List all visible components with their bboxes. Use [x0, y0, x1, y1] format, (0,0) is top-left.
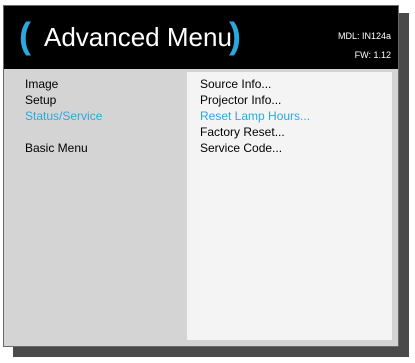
- menu-item-status-service[interactable]: Status/Service: [25, 108, 102, 124]
- submenu-item-service-code[interactable]: Service Code...: [200, 140, 310, 156]
- title-paren-right: ): [229, 15, 241, 56]
- submenu-item-factory-reset[interactable]: Factory Reset...: [200, 124, 310, 140]
- main-menu-list: Image Setup Status/Service Basic Menu: [25, 76, 102, 156]
- menu-item-setup[interactable]: Setup: [25, 92, 102, 108]
- title-paren-left: (: [19, 15, 31, 56]
- submenu-list: Source Info... Projector Info... Reset L…: [200, 76, 310, 156]
- menu-title: Advanced Menu: [44, 22, 232, 52]
- firmware-label: FW: 1.12: [354, 50, 391, 60]
- menu-item-image[interactable]: Image: [25, 76, 102, 92]
- submenu-panel: Source Info... Projector Info... Reset L…: [187, 72, 392, 340]
- menu-header: ( Advanced Menu ) MDL: IN124a FW: 1.12: [4, 6, 398, 69]
- submenu-item-source-info[interactable]: Source Info...: [200, 76, 310, 92]
- submenu-item-reset-lamp-hours[interactable]: Reset Lamp Hours...: [200, 108, 310, 124]
- model-label: MDL: IN124a: [337, 31, 391, 41]
- menu-item-basic-menu[interactable]: Basic Menu: [25, 140, 102, 156]
- advanced-menu-window: ( Advanced Menu ) MDL: IN124a FW: 1.12 I…: [3, 5, 399, 347]
- submenu-item-projector-info[interactable]: Projector Info...: [200, 92, 310, 108]
